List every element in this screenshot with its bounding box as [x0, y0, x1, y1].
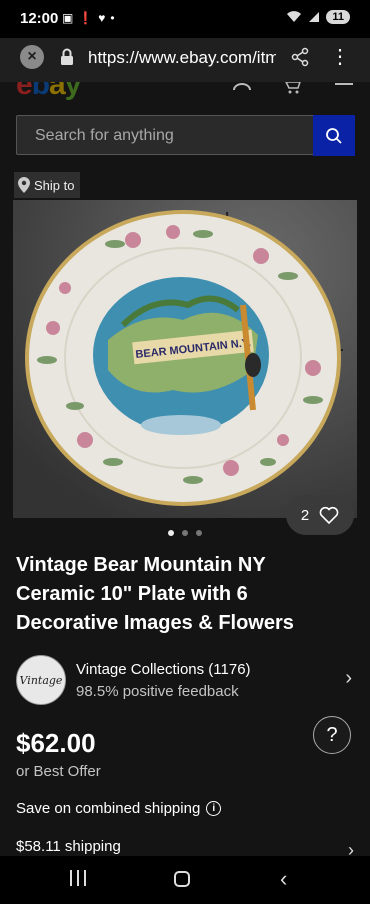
battery-icon: 11: [326, 10, 350, 24]
plate-illustration: BEAR MOUNTAIN N.Y.: [13, 200, 357, 518]
recents-icon[interactable]: [70, 870, 86, 886]
listing-title: Vintage Bear Mountain NY Ceramic 10" Pla…: [16, 554, 294, 634]
watch-button[interactable]: 2: [286, 495, 354, 535]
info-icon[interactable]: i: [206, 801, 222, 816]
cart-icon[interactable]: [284, 82, 304, 96]
alert-icon: ❗: [78, 11, 94, 25]
seller-logo: Vintage: [16, 655, 66, 705]
close-tab-button[interactable]: ×: [20, 45, 44, 69]
url-text[interactable]: https://www.ebay.com/itm: [88, 48, 276, 68]
location-pin-icon: [18, 177, 30, 193]
gallery-dot[interactable]: [168, 530, 174, 536]
search-icon: [326, 127, 342, 144]
watch-count: 2: [300, 506, 310, 524]
heart-icon: [319, 506, 339, 524]
price: $62.00: [16, 728, 96, 758]
status-right: 11: [286, 10, 350, 24]
dot-icon: •: [110, 11, 115, 25]
lock-icon: [61, 48, 73, 65]
best-offer-text: or Best Offer: [16, 763, 101, 780]
combined-shipping[interactable]: Save on combined shipping i: [16, 800, 222, 817]
shipping-cost: $58.11 shipping: [16, 838, 121, 855]
home-icon[interactable]: [174, 871, 190, 887]
ship-to-chip[interactable]: Ship to: [14, 172, 81, 198]
search-placeholder: Search for anything: [35, 127, 174, 144]
search-button[interactable]: [313, 115, 355, 156]
user-icon[interactable]: [232, 82, 252, 96]
signal-icon: [309, 12, 320, 22]
search-input[interactable]: Search for anything: [16, 115, 341, 155]
back-icon[interactable]: ‹: [280, 866, 287, 892]
chevron-right-icon: ›: [345, 667, 352, 689]
browser-toolbar: × https://www.ebay.com/itm ⋮: [0, 38, 370, 82]
combined-shipping-label: Save on combined shipping: [16, 800, 201, 817]
ship-to-label: Ship to: [34, 177, 75, 193]
question-icon: ?: [326, 723, 338, 746]
ebay-logo[interactable]: ebay: [16, 82, 81, 102]
status-bar: 12:00 ▣ ❗ ♥ • 11: [0, 0, 370, 38]
seller-feedback: 98.5% positive feedback: [76, 683, 239, 700]
seller-name: Vintage Collections (1176): [76, 661, 251, 678]
wifi-icon: [287, 11, 302, 22]
more-options-icon[interactable]: ⋮: [330, 44, 350, 69]
menu-icon[interactable]: [334, 82, 354, 96]
ebay-header: ebay: [0, 82, 370, 106]
share-icon[interactable]: [290, 47, 310, 67]
product-image[interactable]: BEAR MOUNTAIN N.Y.: [13, 200, 357, 518]
gallery-dot[interactable]: [182, 530, 188, 536]
messenger-icon: ♥: [98, 11, 106, 25]
screenshot-icon: ▣: [62, 11, 74, 25]
help-button[interactable]: ?: [313, 716, 351, 754]
gallery-dot[interactable]: [196, 530, 202, 536]
status-time: 12:00: [20, 10, 59, 27]
seller-card[interactable]: Vintage Vintage Collections (1176) 98.5%…: [16, 653, 356, 707]
system-nav-bar: ‹: [0, 856, 370, 904]
notification-icons: ▣ ❗ ♥ •: [62, 11, 115, 25]
